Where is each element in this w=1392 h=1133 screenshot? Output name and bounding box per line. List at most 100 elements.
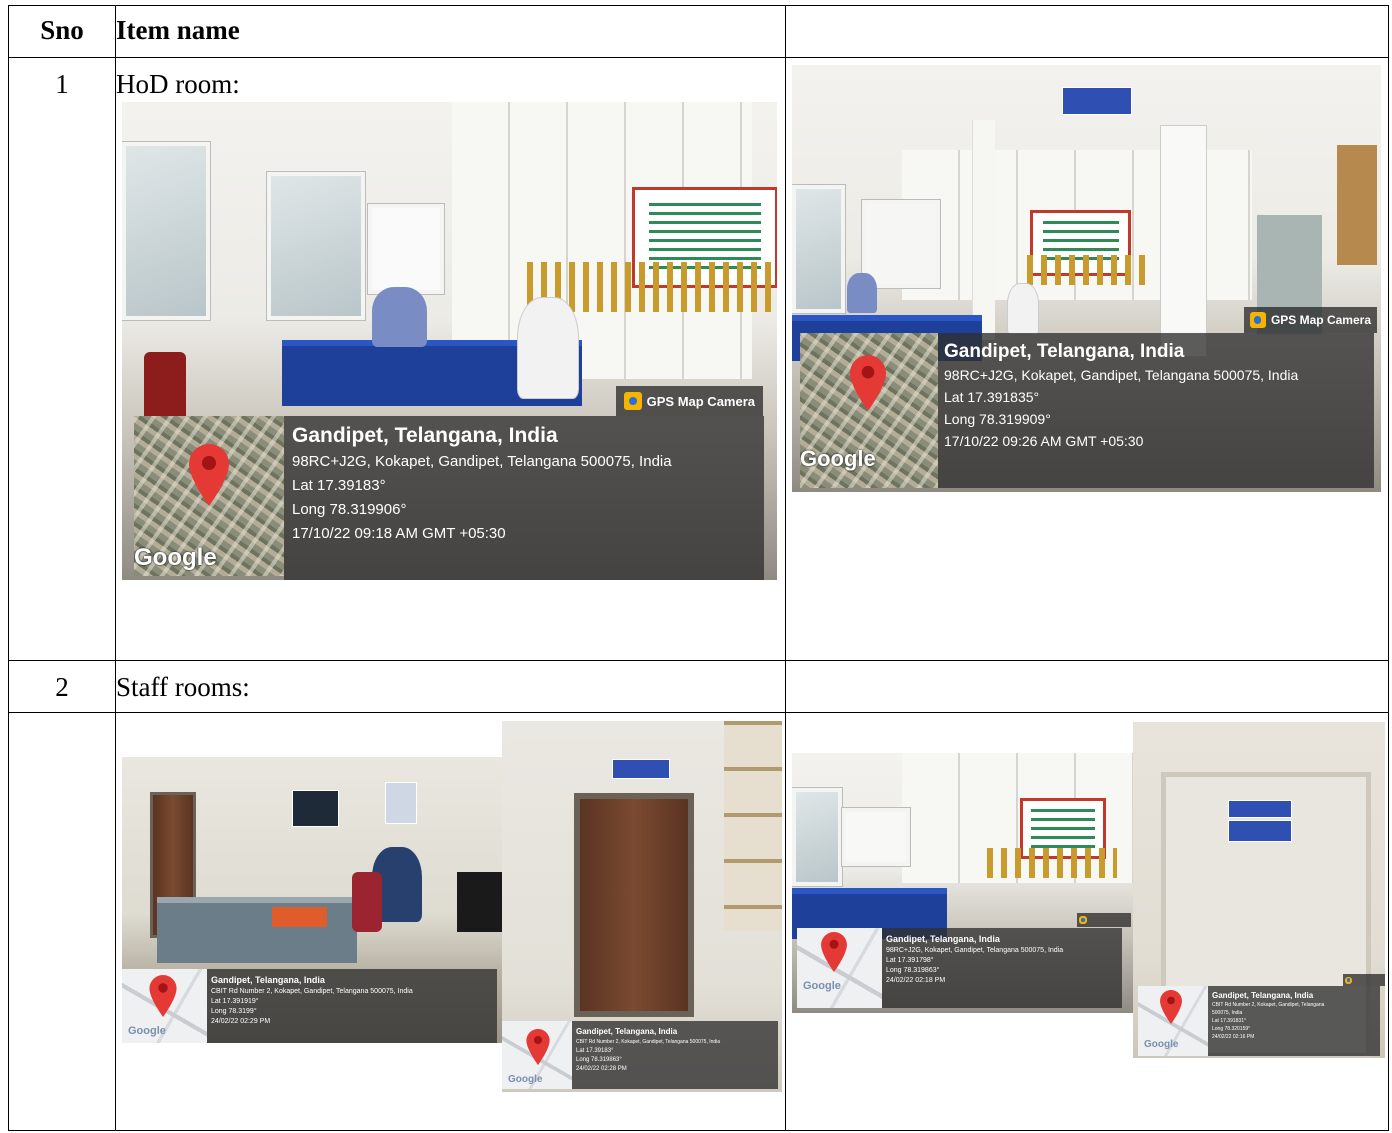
row2-item: Staff rooms:	[115, 660, 786, 713]
window	[792, 185, 845, 313]
name-plate	[612, 759, 670, 779]
window	[122, 142, 210, 320]
location-address: 98RC+J2G, Kokapet, Gandipet, Telangana 5…	[886, 947, 1064, 954]
map-pin-icon	[850, 355, 886, 411]
map-pin-icon	[821, 932, 847, 972]
location-place: Gandipet, Telangana, India	[944, 341, 1185, 362]
map-pin-icon	[189, 444, 229, 506]
orange-tray	[272, 907, 327, 927]
location-time: 17/10/22 09:26 AM GMT +05:30	[944, 433, 1144, 449]
location-address: CBIT Rd Number 2, Kokapet, Gandipet, Tel…	[1212, 1002, 1325, 1008]
row3-sno-empty	[8, 712, 116, 1131]
white-pillar	[972, 120, 995, 340]
gps-camera-badge: GPS Map Camera	[1243, 307, 1377, 333]
location-long: Long 78.319863°	[576, 1057, 622, 1063]
name-plate	[1228, 800, 1292, 818]
gps-camera-icon	[1249, 312, 1266, 328]
map-pin-icon	[1160, 990, 1182, 1024]
gps-camera-badge: GPS Map Camera	[615, 386, 763, 416]
table-header-row: Sno Item name	[8, 5, 1389, 58]
gps-location-info: Gandipet, Telangana, India CBIT Rd Numbe…	[1208, 986, 1380, 1056]
location-time: 17/10/22 09:18 AM GMT +05:30	[292, 525, 506, 542]
row2-empty	[785, 660, 1389, 713]
wooden-plaque	[1337, 145, 1377, 265]
gps-camera-icon	[623, 392, 642, 410]
location-long: Long 78.319909°	[944, 411, 1051, 427]
partition	[1160, 125, 1207, 357]
wooden-shelf	[724, 721, 782, 931]
street-map-thumbnail: Google	[1138, 986, 1208, 1056]
location-place: Gandipet, Telangana, India	[292, 424, 558, 447]
location-lat: Lat 17.391798°	[886, 957, 934, 964]
gps-camera-badge	[1343, 974, 1385, 986]
gps-location-info: Gandipet, Telangana, India 98RC+J2G, Kok…	[284, 416, 764, 580]
trophy-shelf	[987, 848, 1117, 878]
hod-room-photo-left: GPS Map Camera Google Gandipet, Telangan…	[122, 102, 777, 580]
person-seated	[847, 273, 877, 313]
gps-camera-icon	[1079, 916, 1087, 924]
wall-poster	[385, 782, 417, 824]
location-lat: Lat 17.39183°	[576, 1048, 614, 1054]
gps-location-info: Gandipet, Telangana, India CBIT Rd Numbe…	[572, 1021, 778, 1089]
whiteboard	[842, 808, 910, 866]
location-long: Long 78.319906°	[292, 501, 407, 518]
map-pin-icon	[526, 1029, 550, 1065]
google-logo: Google	[800, 446, 876, 471]
google-logo: Google	[134, 544, 217, 571]
red-chair	[144, 352, 186, 422]
location-time: 24/02/22 02:28 PM	[576, 1066, 627, 1072]
gps-location-info: Gandipet, Telangana, India CBIT Rd Numbe…	[207, 969, 497, 1043]
location-place: Gandipet, Telangana, India	[576, 1027, 678, 1036]
staff-room-photo-2: Google Gandipet, Telangana, India CBIT R…	[502, 721, 782, 1092]
location-address: CBIT Rd Number 2, Kokapet, Gandipet, Tel…	[211, 988, 413, 995]
street-map-thumbnail: Google	[122, 969, 207, 1043]
hod-room-photo-right: GPS Map Camera Google Gandipet, Telangan…	[792, 65, 1381, 492]
location-time: 24/02/22 02:29 PM	[211, 1018, 271, 1025]
location-place: Gandipet, Telangana, India	[1212, 991, 1314, 1000]
location-lat: Lat 17.391835°	[944, 389, 1040, 405]
person-seated	[517, 297, 579, 399]
location-lat: Lat 17.391919°	[211, 998, 259, 1005]
whiteboard	[368, 204, 444, 294]
location-address: 98RC+J2G, Kokapet, Gandipet, Telangana 5…	[292, 453, 672, 470]
gps-location-info: Gandipet, Telangana, India 98RC+J2G, Kok…	[882, 928, 1122, 1008]
name-plate	[1228, 820, 1292, 842]
window	[792, 788, 842, 886]
location-time: 24/02/22 02:16 PM	[1212, 1034, 1255, 1040]
staff-room-photo-3: Google Gandipet, Telangana, India 98RC+J…	[792, 753, 1136, 1013]
window	[267, 172, 365, 320]
location-long: Long 78.3199°	[211, 1008, 257, 1015]
door	[574, 793, 694, 1017]
location-address: CBIT Rd Number 2, Kokapet, Gandipet, Tel…	[576, 1039, 721, 1045]
row1-sno: 1	[8, 57, 116, 661]
location-lat: Lat 17.39183°	[292, 477, 386, 494]
location-long: Long 78.320159°	[1212, 1026, 1251, 1032]
location-time: 24/02/22 02:18 PM	[886, 977, 946, 984]
window	[862, 200, 940, 288]
gps-camera-badge	[1077, 913, 1131, 927]
wall-poster	[292, 790, 339, 827]
google-logo: Google	[508, 1074, 543, 1085]
google-logo: Google	[1144, 1039, 1179, 1050]
google-logo: Google	[803, 980, 841, 992]
street-map-thumbnail: Google	[502, 1021, 572, 1089]
person-seated	[372, 287, 427, 347]
gps-camera-icon	[1345, 976, 1352, 984]
header-sno: Sno	[8, 5, 116, 58]
name-plate	[1062, 87, 1132, 115]
desk	[157, 897, 357, 963]
location-address-cont: 500075, India	[1212, 1010, 1243, 1016]
monitor	[457, 872, 502, 932]
satellite-map-thumbnail: Google	[800, 333, 938, 488]
header-empty	[785, 5, 1389, 58]
staff-room-photo-1: Google Gandipet, Telangana, India CBIT R…	[122, 757, 502, 1043]
satellite-map-thumbnail: Google	[134, 416, 284, 576]
map-pin-icon	[149, 975, 177, 1017]
person-seated	[1007, 283, 1039, 335]
gps-location-info: Gandipet, Telangana, India 98RC+J2G, Kok…	[938, 333, 1374, 488]
staff-room-photo-4: Google Gandipet, Telangana, India CBIT R…	[1133, 722, 1385, 1058]
location-lat: Lat 17.391831°	[1212, 1018, 1246, 1024]
header-item-name: Item name	[115, 5, 786, 58]
row2-sno: 2	[8, 660, 116, 713]
table-row: 2 Staff rooms:	[8, 660, 1389, 713]
